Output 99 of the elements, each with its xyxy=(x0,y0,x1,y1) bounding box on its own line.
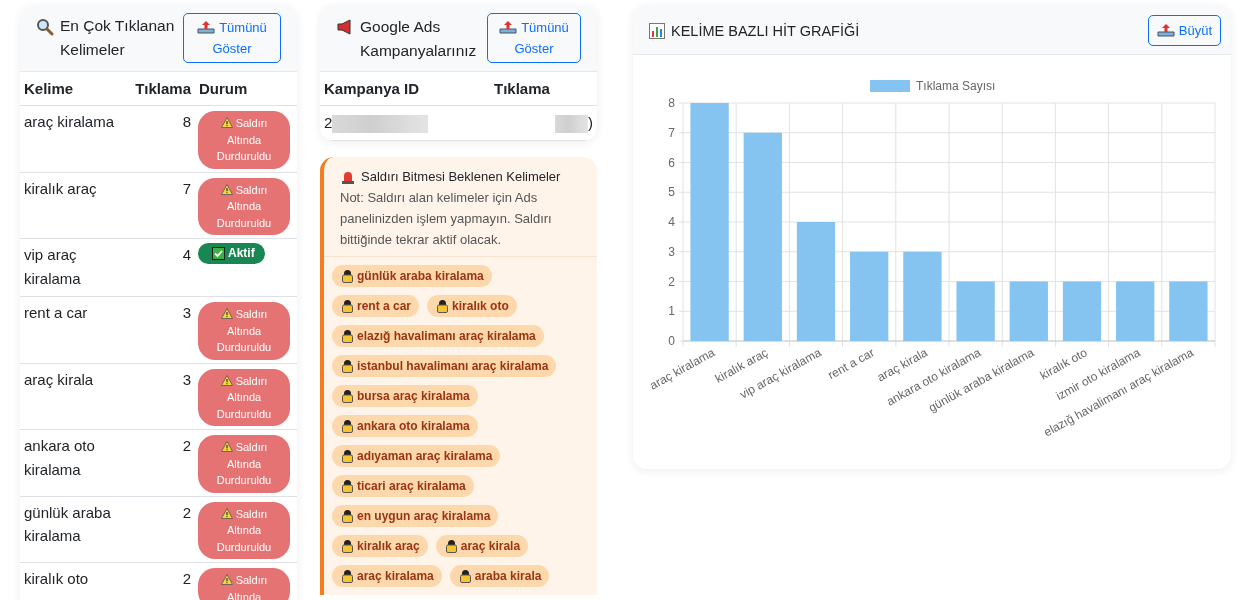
bar xyxy=(1062,281,1102,341)
keyword-tag: kiralık araç xyxy=(332,535,428,558)
clicks-cell: 8 xyxy=(130,105,195,172)
warning-icon xyxy=(220,117,233,128)
status-badge: Aktif xyxy=(198,243,265,264)
status-badge: Saldırı Altında Durduruldu xyxy=(198,435,290,493)
warning-icon xyxy=(220,183,233,195)
keyword-tag: araba kirala xyxy=(449,565,550,588)
lock-icon xyxy=(342,449,353,464)
keyword-cell: vip araç kiralama xyxy=(20,238,130,297)
column-header: Tıklama xyxy=(130,72,195,106)
keyword-tag: bursa araç kiralama xyxy=(332,385,478,408)
warning-icon xyxy=(220,574,233,585)
y-tick-label: 4 xyxy=(668,215,675,229)
warning-icon xyxy=(220,374,233,386)
lock-icon xyxy=(342,569,353,584)
keyword-cell: kiralık araç xyxy=(20,172,130,239)
clicks-cell: 2 xyxy=(130,562,195,600)
keyword-tag: istanbul havalimanı araç kiralama xyxy=(332,355,557,378)
keyword-tag: kiralık oto xyxy=(427,295,517,318)
keyword-tag: elazığ havalimanı araç kiralama xyxy=(332,325,544,348)
status-badge: Saldırı Altında Durduruldu xyxy=(198,111,290,169)
keyword-cell: araç kirala xyxy=(20,363,130,430)
card-title: En Çok Tıklanan Kelimeler xyxy=(60,16,176,60)
card-title: KELİME BAZLI HİT GRAFİĞİ xyxy=(671,21,860,41)
tray-upload-icon xyxy=(1156,23,1175,37)
column-header: Kampanya ID xyxy=(320,72,490,106)
megaphone-icon xyxy=(336,18,354,35)
search-icon xyxy=(36,18,54,36)
lock-icon xyxy=(342,419,353,434)
legend-label: Tıklama Sayısı xyxy=(916,79,996,93)
keyword-cell: günlük araba kiralama xyxy=(20,496,130,563)
keyword-cell: rent a car xyxy=(20,296,130,363)
clicks-cell: 4 xyxy=(130,238,195,297)
keyword-cell: ankara oto kiralama xyxy=(20,429,130,496)
keyword-tag: araç kiralama xyxy=(332,565,442,588)
bar xyxy=(956,281,995,341)
lock-icon xyxy=(342,389,353,404)
clicks-cell: 3 xyxy=(130,296,195,363)
keyword-tag: rent a car xyxy=(332,295,420,318)
clicks-cell: 2 xyxy=(130,496,195,563)
lock-icon xyxy=(342,359,353,374)
lock-icon xyxy=(445,539,457,554)
y-tick-label: 7 xyxy=(668,125,675,140)
y-tick-label: 2 xyxy=(668,274,675,289)
keyword-cell: araç kiralama xyxy=(20,105,130,172)
bar xyxy=(1009,281,1048,341)
tray-upload-icon xyxy=(499,20,518,34)
lock-icon xyxy=(342,509,353,524)
column-header: Kelime xyxy=(20,72,130,106)
show-all-button[interactable]: Büyüt xyxy=(1147,15,1221,46)
status-badge: Saldırı Altında Durduruldu xyxy=(198,177,290,235)
keyword-tag: araç kirala xyxy=(435,535,529,558)
lock-icon xyxy=(342,479,353,494)
bar xyxy=(1169,281,1208,341)
redacted-block xyxy=(555,115,588,134)
x-axis-label: rent a car xyxy=(825,345,877,383)
clicks-cell: 3 xyxy=(130,363,195,430)
bar xyxy=(1116,281,1155,341)
keyword-tag: günlük araba kiralama xyxy=(332,265,492,288)
lock-icon xyxy=(342,269,353,284)
tray-upload-icon xyxy=(197,20,216,34)
warning-icon xyxy=(220,308,233,319)
campaign-id-cell: 2 xyxy=(324,114,333,131)
y-tick-label: 8 xyxy=(668,96,675,110)
keyword-tag: ankara oto kiralama xyxy=(332,415,478,438)
clicks-cell: 7 xyxy=(130,172,195,239)
warning-icon xyxy=(220,507,233,519)
keyword-tag: adıyaman araç kiralama xyxy=(332,445,501,468)
warning-icon xyxy=(220,441,233,452)
card-title: Google Ads Kampanyalarınız xyxy=(360,16,477,61)
y-tick-label: 5 xyxy=(668,185,675,200)
status-badge: Saldırı Altında Durduruldu xyxy=(198,501,290,559)
y-tick-label: 0 xyxy=(668,334,675,348)
status-badge: Saldırı Altında Durduruldu xyxy=(198,368,290,426)
keyword-cell: kiralık oto xyxy=(20,562,130,600)
lock-icon xyxy=(342,299,353,314)
show-all-button[interactable]: Tümünü Göster xyxy=(487,13,581,63)
card-title: Saldırı Bitmesi Beklenen Kelimeler xyxy=(361,168,561,187)
show-all-button[interactable]: Tümünü Göster xyxy=(183,13,281,63)
y-tick-label: 1 xyxy=(668,304,675,319)
lock-icon xyxy=(342,539,353,554)
status-badge: Saldırı Altında xyxy=(198,568,290,600)
lock-icon xyxy=(437,299,449,314)
siren-icon xyxy=(340,169,356,186)
status-badge: Saldırı Altında Durduruldu xyxy=(198,302,290,360)
keyword-tag: ticari araç kiralama xyxy=(332,475,474,498)
lock-icon xyxy=(459,569,471,584)
checkbox-icon xyxy=(212,247,225,260)
y-tick-label: 3 xyxy=(668,244,675,259)
note-text: Not: Saldırı alan kelimeler için Ads panelinizden işlem yapmayın. Saldırı bittiğinde tekrar aktif olacak. xyxy=(340,189,553,250)
clicks-cell: ) xyxy=(588,114,593,131)
lock-icon xyxy=(342,329,353,344)
column-header: Tıklama xyxy=(490,72,597,106)
bar-chart-icon xyxy=(649,22,665,39)
keyword-tag: en uygun araç kiralama xyxy=(332,505,499,528)
column-header: Durum xyxy=(195,72,297,106)
clicks-cell: 2 xyxy=(130,429,195,496)
y-tick-label: 6 xyxy=(668,155,675,170)
